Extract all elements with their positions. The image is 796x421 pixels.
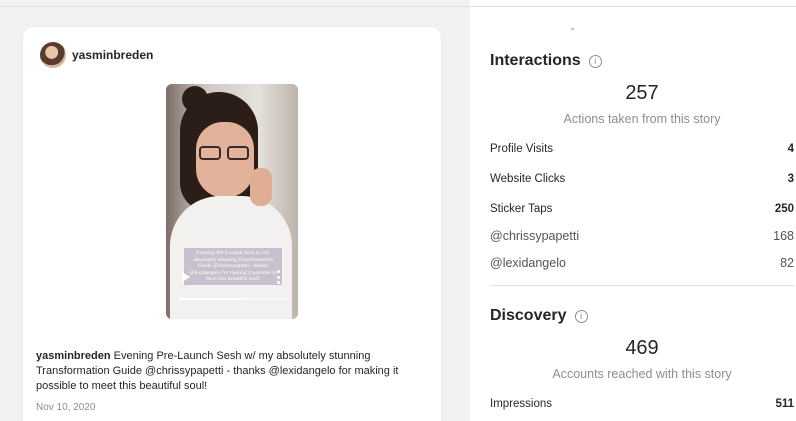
metric-row-sticker-taps: Sticker Taps 250	[490, 203, 794, 215]
post-card: yasminbreden Evening Pre-Launch Sesh w/ …	[23, 27, 441, 421]
discovery-title: Discovery i	[490, 307, 588, 325]
metric-row-profile-visits: Profile Visits 4	[490, 143, 794, 155]
sticker-label[interactable]: @lexidangelo	[490, 256, 566, 270]
interactions-title: Interactions i	[490, 52, 602, 70]
sticker-value: 82	[780, 256, 794, 270]
post-caption: yasminbreden Evening Pre-Launch Sesh w/ …	[36, 349, 426, 394]
metric-label: Impressions	[490, 398, 552, 410]
sticker-row-chrissypapetti: @chrissypapetti 168	[490, 229, 794, 243]
post-username[interactable]: yasminbreden	[72, 48, 153, 62]
metric-value: 4	[787, 143, 794, 155]
interactions-title-text: Interactions	[490, 52, 581, 69]
insights-pane: Interactions i 257 Actions taken from th…	[470, 0, 796, 421]
info-icon[interactable]: i	[588, 54, 602, 68]
avatar[interactable]	[40, 42, 66, 68]
sticker-label[interactable]: @chrissypapetti	[490, 229, 579, 243]
sticker-row-lexidangelo: @lexidangelo 82	[490, 256, 794, 270]
sticker-value: 168	[773, 229, 794, 243]
story-caption-overlay: Evening Pre-Launch Sesh w/ my absolutely…	[184, 248, 282, 285]
play-icon[interactable]	[182, 272, 190, 282]
story-figure-face	[196, 122, 254, 198]
video-progress-bar[interactable]	[179, 298, 287, 300]
metric-value: 3	[787, 173, 794, 185]
discovery-total: 469	[625, 337, 659, 359]
metric-label: Website Clicks	[490, 173, 566, 185]
video-progress-fill	[179, 298, 244, 300]
story-media[interactable]: Evening Pre-Launch Sesh w/ my absolutely…	[166, 84, 298, 319]
interactions-total-label: Actions taken from this story	[563, 112, 721, 126]
discovery-total-label: Accounts reached with this story	[552, 367, 732, 381]
discovery-title-text: Discovery	[490, 307, 567, 324]
more-vertical-icon[interactable]	[276, 270, 280, 284]
metric-row-website-clicks: Website Clicks 3	[490, 173, 794, 185]
metric-row-impressions: Impressions 511	[490, 398, 794, 410]
post-date: Nov 10, 2020	[36, 402, 96, 413]
info-icon[interactable]: i	[574, 309, 588, 323]
metric-label: Sticker Taps	[490, 203, 553, 215]
section-divider	[490, 285, 794, 286]
story-figure-hand	[250, 168, 272, 206]
interactions-total: 257	[625, 82, 659, 104]
left-pane: yasminbreden Evening Pre-Launch Sesh w/ …	[0, 0, 470, 421]
metric-value: 250	[774, 203, 794, 215]
story-figure-glasses	[199, 146, 253, 160]
metric-value: 511	[775, 398, 794, 410]
scroll-indicator	[571, 28, 574, 30]
caption-username[interactable]: yasminbreden	[36, 350, 111, 362]
metric-label: Profile Visits	[490, 143, 554, 155]
